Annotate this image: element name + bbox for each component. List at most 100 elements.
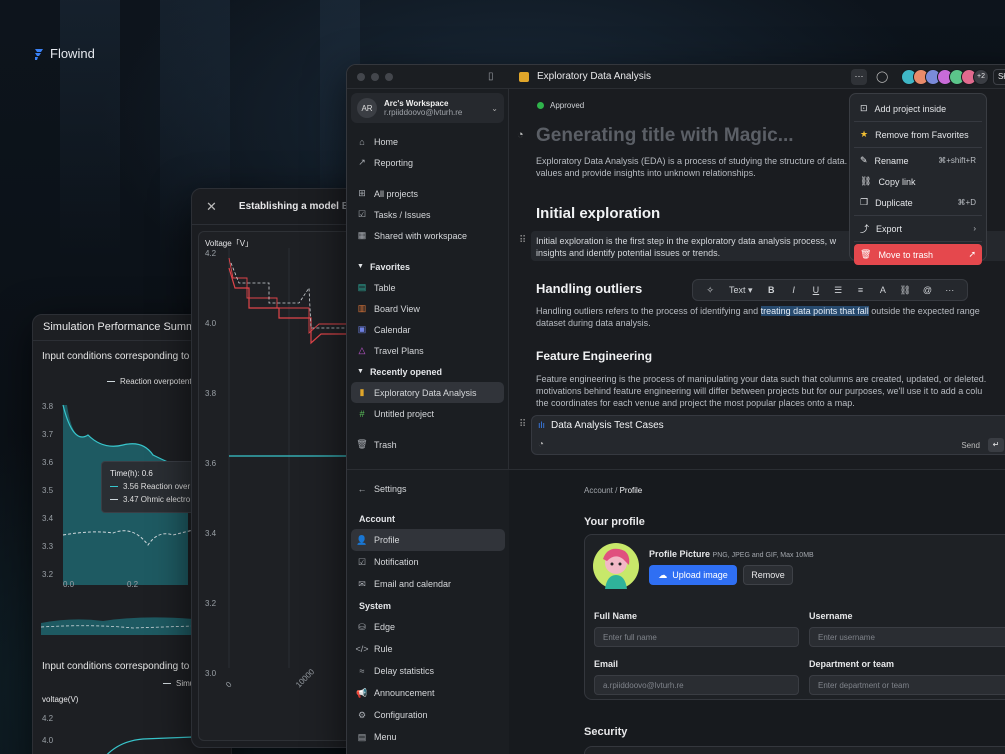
model-title: Establishing a model xyxy=(238,201,339,212)
settings-item-announcement[interactable]: 📢 Announcement xyxy=(347,682,509,704)
magic-icon[interactable]: ◔ xyxy=(517,129,524,141)
favorite-item-board[interactable]: ▥ Board View xyxy=(347,298,508,319)
italic-icon[interactable]: I xyxy=(782,285,804,295)
settings-sidebar: ← Settings Account 👤 Profile ☑ Notification… xyxy=(347,470,509,754)
paragraph-outliers: Handling outliers refers to the process … xyxy=(536,306,980,328)
recent-item-eda[interactable]: ▮ Exploratory Data Analysis xyxy=(351,382,504,403)
sidebar-item-reporting[interactable]: ↗ Reporting xyxy=(347,152,508,173)
line-series xyxy=(106,736,194,754)
comment-icon[interactable]: ◯ xyxy=(876,70,888,83)
breadcrumb-account[interactable]: Account xyxy=(584,486,613,495)
chart-line-icon: ↗ xyxy=(358,157,366,167)
sidebar-item-home[interactable]: ⌂ Home xyxy=(347,131,508,152)
selected-text[interactable]: treating data points that fall xyxy=(760,306,869,316)
doc-title: Exploratory Data Analysis xyxy=(537,71,651,82)
department-input[interactable]: Enter department or team xyxy=(809,675,1005,695)
database-icon: ⛁ xyxy=(358,621,366,632)
simulation-subtitle-2: Input conditions corresponding to t xyxy=(42,661,195,672)
minimize-dot[interactable] xyxy=(371,72,379,81)
mention-icon[interactable]: @ xyxy=(916,285,938,295)
drag-handle-icon[interactable]: ⠿ xyxy=(519,419,526,430)
menu-item-duplicate[interactable]: ❐ Duplicate ⌘+D xyxy=(854,192,982,213)
menu-item-export[interactable]: ⤴ Export › xyxy=(854,218,982,239)
brand[interactable]: Flowind xyxy=(34,46,95,61)
tick-label: 4.0 xyxy=(205,319,217,328)
context-menu: ⊡ Add project inside ★ Remove from Favorit… xyxy=(849,93,987,265)
settings-item-profile[interactable]: 👤 Profile xyxy=(351,529,505,551)
tick-label: 0.2 xyxy=(127,580,139,589)
favorites-section[interactable]: ▼ Favorites xyxy=(347,256,508,277)
email-label: Email xyxy=(594,659,619,669)
profile-avatar[interactable] xyxy=(593,543,639,589)
chevron-down-icon: ⌄ xyxy=(491,103,498,113)
underline-icon[interactable]: U xyxy=(805,285,827,295)
menu-item-rename[interactable]: ✎ Rename ⌘+shift+R xyxy=(854,150,982,171)
workspace-email: r.rpiiddoovo@lvturh.re xyxy=(384,108,463,117)
workspace-name: Arc's Workspace xyxy=(384,99,449,108)
status-badge[interactable]: Approved xyxy=(537,101,584,110)
favorite-item-travel[interactable]: △ Travel Plans xyxy=(347,340,508,361)
text-color-icon[interactable]: A xyxy=(872,285,894,295)
close-icon[interactable]: ✕ xyxy=(206,199,217,215)
maximize-dot[interactable] xyxy=(385,72,393,81)
ai-sparkle-icon[interactable]: ✧ xyxy=(699,285,721,296)
text-style-dropdown[interactable]: Text ▾ xyxy=(721,285,760,296)
email-input[interactable]: a.rpiiddoovo@lvturh.re xyxy=(594,675,799,695)
menu-item-add-project[interactable]: ⊡ Add project inside xyxy=(854,98,982,119)
more-icon[interactable]: ··· xyxy=(939,285,961,295)
settings-item-edge[interactable]: ⛁ Edge xyxy=(347,616,509,638)
menu-item-remove-favorite[interactable]: ★ Remove from Favorites xyxy=(854,124,982,145)
ai-prompt-box[interactable]: ılı Data Analysis Test Cases ◔ Send ↵ xyxy=(531,415,1005,455)
recent-section[interactable]: ▼ Recently opened xyxy=(347,361,508,382)
triangle-icon: △ xyxy=(358,345,366,355)
username-input[interactable]: Enter username xyxy=(809,627,1005,647)
sidebar-toggle-icon[interactable]: ▯ xyxy=(488,71,494,82)
share-button[interactable]: Sł xyxy=(993,69,1005,85)
sidebar-item-shared[interactable]: ▦ Shared with workspace xyxy=(347,225,508,246)
more-avatars-badge[interactable]: +2 xyxy=(973,69,989,85)
sidebar-item-all-projects[interactable]: ⊞ All projects xyxy=(347,183,508,204)
drag-handle-icon[interactable]: ⠿ xyxy=(519,235,526,246)
tick-label: 3.0 xyxy=(205,669,217,678)
send-button[interactable]: Send xyxy=(961,441,980,450)
recent-item-untitled[interactable]: # Untitled project xyxy=(347,403,508,424)
y-tick-labels: 4.2 4.0 xyxy=(42,714,54,745)
bold-icon[interactable]: B xyxy=(760,285,782,295)
close-dot[interactable] xyxy=(357,72,365,81)
favorite-item-table[interactable]: ▤ Table xyxy=(347,277,508,298)
tick-label: 3.7 xyxy=(42,430,54,439)
tick-label: 4.2 xyxy=(42,714,54,723)
numbered-list-icon[interactable]: ≡ xyxy=(849,285,871,295)
menu-item-copy-link[interactable]: ⛓ Copy link xyxy=(854,171,982,192)
window-controls[interactable] xyxy=(357,72,393,81)
upload-image-button[interactable]: ☁ Upload image xyxy=(649,565,737,585)
settings-item-menu[interactable]: ▤ Menu xyxy=(347,726,509,748)
workspace-switcher[interactable]: AR Arc's Workspace r.rpiiddoovo@lvturh.re… xyxy=(351,93,504,123)
bullet-list-icon[interactable]: ☰ xyxy=(827,285,849,296)
favorite-item-calendar[interactable]: ▣ Calendar xyxy=(347,319,508,340)
menu-item-move-to-trash[interactable]: 🗑 Move to trash ➚ xyxy=(854,244,982,265)
legend-item-2[interactable]: Simu xyxy=(163,679,194,688)
sidebar-item-tasks[interactable]: ☑ Tasks / Issues xyxy=(347,204,508,225)
link-icon: ⛓ xyxy=(860,176,872,186)
tick-label: 3.4 xyxy=(205,529,217,538)
settings-item-rule[interactable]: </> Rule xyxy=(347,638,509,660)
settings-item-configuration[interactable]: ⚙ Configuration xyxy=(347,704,509,726)
tick-label: 3.8 xyxy=(205,389,217,398)
collaborator-avatars[interactable]: +2 xyxy=(901,69,989,85)
settings-item-email[interactable]: ✉ Email and calendar xyxy=(347,573,509,595)
settings-back-button[interactable]: ← Settings xyxy=(347,478,509,500)
more-options-button[interactable]: ··· xyxy=(851,69,867,85)
remove-picture-button[interactable]: Remove xyxy=(743,565,793,585)
link-icon[interactable]: ⛓ xyxy=(894,285,916,296)
full-name-input[interactable]: Enter full name xyxy=(594,627,799,647)
magic-icon[interactable]: ◔ xyxy=(538,439,544,450)
settings-item-delay[interactable]: ≈ Delay statistics xyxy=(347,660,509,682)
status-dot-icon xyxy=(537,102,544,109)
magic-title[interactable]: Generating title with Magic... xyxy=(536,125,794,147)
sidebar-item-trash[interactable]: 🗑 Trash xyxy=(347,434,508,455)
legend-item[interactable]: Reaction overpotent xyxy=(107,377,192,386)
prompt-input[interactable]: Data Analysis Test Cases xyxy=(551,420,664,431)
settings-item-notification[interactable]: ☑ Notification xyxy=(347,551,509,573)
tick-label: 3.4 xyxy=(42,514,54,523)
